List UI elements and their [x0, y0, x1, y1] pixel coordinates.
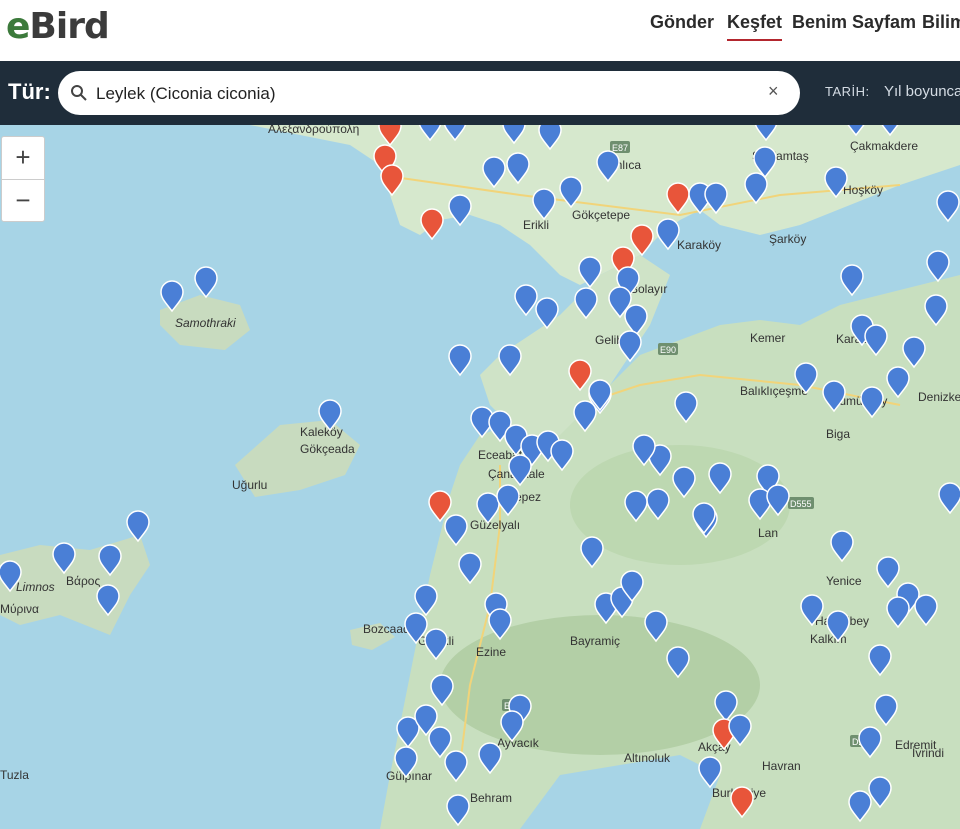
place-label: Ezine: [476, 645, 506, 659]
place-label: Uğurlu: [232, 478, 267, 492]
place-label: Denizkent: [918, 390, 960, 404]
place-label: Hoşköy: [843, 183, 883, 197]
species-search-box[interactable]: ×: [58, 71, 800, 115]
place-label: İvrindi: [912, 746, 944, 760]
place-label: Şarköy: [769, 232, 806, 246]
zoom-out-button[interactable]: −: [2, 180, 44, 222]
place-label: Gökçeada: [300, 442, 355, 456]
nav-kesfet[interactable]: Keşfet: [727, 12, 783, 41]
place-label: Havran: [762, 759, 801, 773]
place-label: Gökçetepe: [572, 208, 630, 222]
nav-benim-sayfam[interactable]: Benim Sayfam: [792, 12, 916, 33]
place-label: Αλεξανδρούπολη: [268, 125, 359, 136]
zoom-in-button[interactable]: +: [2, 137, 44, 180]
road-shield-label: D555: [790, 499, 812, 509]
zoom-controls: + −: [1, 136, 45, 222]
place-label: Balıklıçeşme: [740, 384, 808, 398]
date-label: TARİH:: [825, 84, 870, 99]
place-label: Çakmakdere: [850, 139, 918, 153]
place-label: Erikli: [523, 218, 549, 232]
species-label: Tür:: [8, 79, 51, 104]
place-label: Samothraki: [175, 316, 236, 330]
road-shield-label: E87: [612, 143, 628, 153]
date-range-select[interactable]: Yıl boyunca: [884, 83, 960, 100]
top-header: eBird Gönder Keşfet Benim Sayfam Bilim: [0, 0, 960, 62]
place-label: Kemer: [750, 331, 785, 345]
map-canvas[interactable]: Αλεξανδρούπολη Çamlıca Sağlamtaş Çakmakd…: [0, 125, 960, 829]
place-label: Altınoluk: [624, 751, 671, 765]
clear-icon[interactable]: ×: [768, 81, 779, 102]
road-shield-label: E90: [660, 345, 676, 355]
nav-gonder[interactable]: Gönder: [650, 12, 714, 33]
place-label: Ayvacık: [497, 736, 540, 750]
place-label: Behram: [470, 791, 512, 805]
place-label: Βάρος: [66, 574, 100, 588]
place-label: Limnos: [16, 580, 55, 594]
place-label: Kaleköy: [300, 425, 343, 439]
place-label: Bayramiç: [570, 634, 620, 648]
map-svg[interactable]: Αλεξανδρούπολη Çamlıca Sağlamtaş Çakmakd…: [0, 125, 960, 829]
place-label: Karaköy: [677, 238, 721, 252]
ebird-logo[interactable]: eBird: [6, 6, 110, 47]
place-label: Biga: [826, 427, 850, 441]
search-icon: [71, 85, 87, 101]
place-label: Lan: [758, 526, 778, 540]
species-search-bar: Tür: × TARİH: Yıl boyunca: [0, 61, 960, 125]
place-label: Yenice: [826, 574, 862, 588]
species-search-input[interactable]: [94, 80, 758, 108]
place-label: Tuzla: [0, 768, 29, 782]
place-label: Güzelyalı: [470, 518, 520, 532]
place-label: Μύρινα: [0, 602, 39, 616]
nav-bilim[interactable]: Bilim: [922, 12, 960, 33]
